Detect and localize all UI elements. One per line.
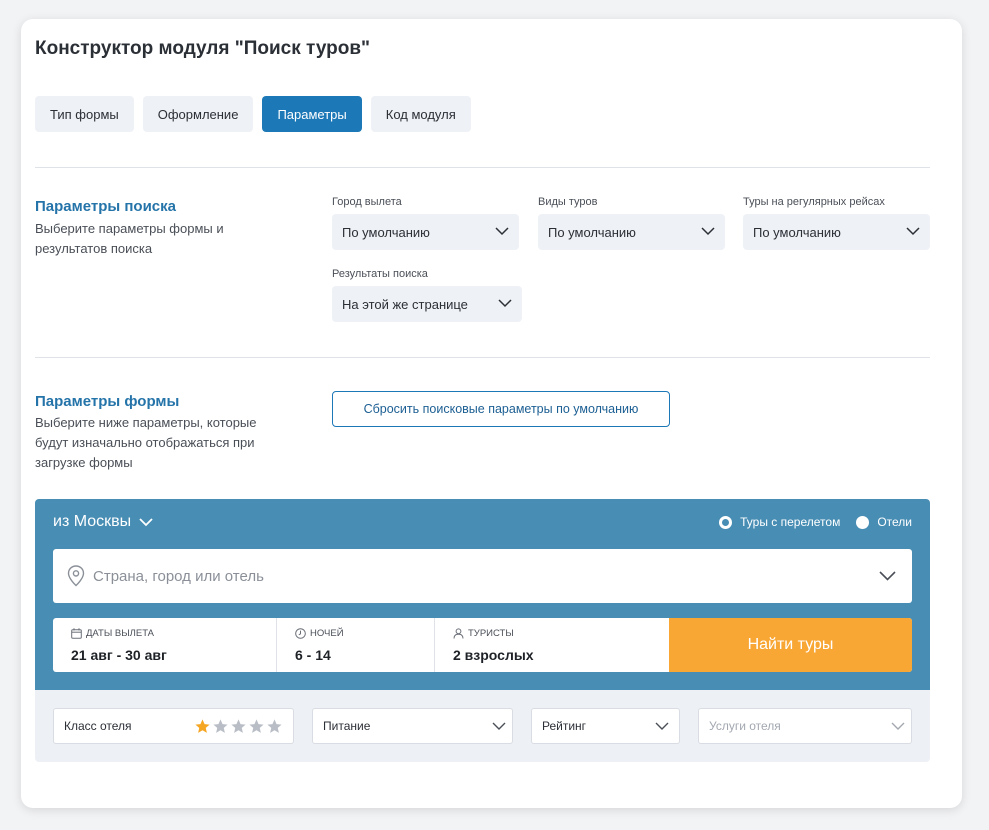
radio-hotels[interactable] xyxy=(856,515,870,529)
tourists-value: 2 взрослых xyxy=(453,647,534,663)
regular-flights-label: Туры на регулярных рейсах xyxy=(743,196,885,208)
chevron-down-icon xyxy=(139,517,153,526)
search-params-bar: Даты вылета 21 авг - 30 авг Ночей 6 - 14… xyxy=(53,618,912,672)
radio-flight-label: Туры с перелетом xyxy=(740,515,841,529)
chevron-down-icon xyxy=(879,571,896,581)
chevron-down-icon xyxy=(498,299,512,308)
search-mode-radios: Туры с перелетом Отели xyxy=(719,515,912,529)
search-params-title: Параметры поиска xyxy=(35,198,176,215)
chevron-down-icon xyxy=(906,227,920,236)
chevron-down-icon xyxy=(655,722,669,730)
search-params-desc: Выберите параметры формы и результатов п… xyxy=(35,221,224,256)
rating-label: Рейтинг xyxy=(542,719,587,733)
destination-placeholder: Страна, город или отель xyxy=(93,567,264,585)
chevron-down-icon xyxy=(891,722,905,730)
find-tours-button[interactable]: Найти туры xyxy=(669,618,912,672)
tourists-field[interactable]: Туристы 2 взрослых xyxy=(434,618,669,672)
tour-types-select[interactable]: По умолчанию xyxy=(538,214,725,250)
hotel-class-filter[interactable]: Класс отеля xyxy=(53,708,294,744)
star-icon[interactable] xyxy=(230,718,247,735)
hotel-class-label: Класс отеля xyxy=(64,719,132,733)
chevron-down-icon xyxy=(492,722,506,730)
star-icon[interactable] xyxy=(212,718,229,735)
tab-parameters[interactable]: Параметры xyxy=(262,96,362,132)
meal-label: Питание xyxy=(323,719,371,733)
constructor-card: Конструктор модуля "Поиск туров" Тип фор… xyxy=(21,19,962,808)
hotel-class-stars xyxy=(194,718,283,735)
reset-params-button[interactable]: Сбросить поисковые параметры по умолчани… xyxy=(332,391,670,427)
widget-search-panel: из Москвы Туры с перелетом Отели Страна,… xyxy=(35,499,930,690)
dates-label-row: Даты вылета xyxy=(71,628,154,639)
chevron-down-icon xyxy=(701,227,715,236)
dates-label: Даты вылета xyxy=(86,628,155,639)
tour-types-label: Виды туров xyxy=(538,196,598,208)
destination-search-input[interactable]: Страна, город или отель xyxy=(53,549,912,603)
departure-city-label: Город вылета xyxy=(332,196,402,208)
form-params-title: Параметры формы xyxy=(35,393,180,410)
tab-form-type[interactable]: Тип формы xyxy=(35,96,134,132)
search-results-select[interactable]: На этой же странице xyxy=(332,286,522,322)
calendar-icon xyxy=(71,628,82,639)
tour-types-value: По умолчанию xyxy=(548,224,636,240)
tab-appearance[interactable]: Оформление xyxy=(142,96,254,132)
star-icon[interactable] xyxy=(248,718,265,735)
chevron-down-icon xyxy=(495,227,509,236)
form-params-desc: Выберите ниже параметры, которые будут и… xyxy=(35,415,257,470)
meal-filter[interactable]: Питание xyxy=(312,708,513,744)
star-icon[interactable] xyxy=(266,718,283,735)
tourists-label: Туристы xyxy=(468,628,514,639)
search-results-value: На этой же странице xyxy=(342,296,468,312)
tab-bar: Тип формы Оформление Параметры Код модул… xyxy=(35,96,471,132)
departure-city-select[interactable]: По умолчанию xyxy=(332,214,519,250)
star-icon[interactable] xyxy=(194,718,211,735)
search-widget-preview: из Москвы Туры с перелетом Отели Страна,… xyxy=(35,499,930,762)
tourists-label-row: Туристы xyxy=(453,628,514,639)
dates-field[interactable]: Даты вылета 21 авг - 30 авг xyxy=(53,618,276,672)
page-title: Конструктор модуля "Поиск туров" xyxy=(35,38,371,59)
nights-label: Ночей xyxy=(310,628,344,639)
radio-flight[interactable] xyxy=(719,515,733,529)
hotel-services-label: Услуги отеля xyxy=(709,719,781,733)
nights-field[interactable]: Ночей 6 - 14 xyxy=(276,618,434,672)
user-icon xyxy=(453,628,464,639)
regular-flights-value: По умолчанию xyxy=(753,224,841,240)
regular-flights-select[interactable]: По умолчанию xyxy=(743,214,930,250)
divider xyxy=(35,357,930,358)
location-pin-icon xyxy=(67,565,85,587)
rating-filter[interactable]: Рейтинг xyxy=(531,708,680,744)
nights-label-row: Ночей xyxy=(295,628,344,639)
radio-hotels-label: Отели xyxy=(877,515,912,529)
departure-city-text: из Москвы xyxy=(53,513,132,530)
tab-module-code[interactable]: Код модуля xyxy=(370,96,471,132)
divider xyxy=(35,167,930,168)
search-results-label: Результаты поиска xyxy=(332,268,428,280)
hotel-services-filter[interactable]: Услуги отеля xyxy=(698,708,912,744)
dates-value: 21 авг - 30 авг xyxy=(71,647,167,663)
clock-icon xyxy=(295,628,306,639)
departure-city-dropdown[interactable]: из Москвы xyxy=(53,513,153,531)
departure-city-value: По умолчанию xyxy=(342,224,430,240)
nights-value: 6 - 14 xyxy=(295,647,331,663)
